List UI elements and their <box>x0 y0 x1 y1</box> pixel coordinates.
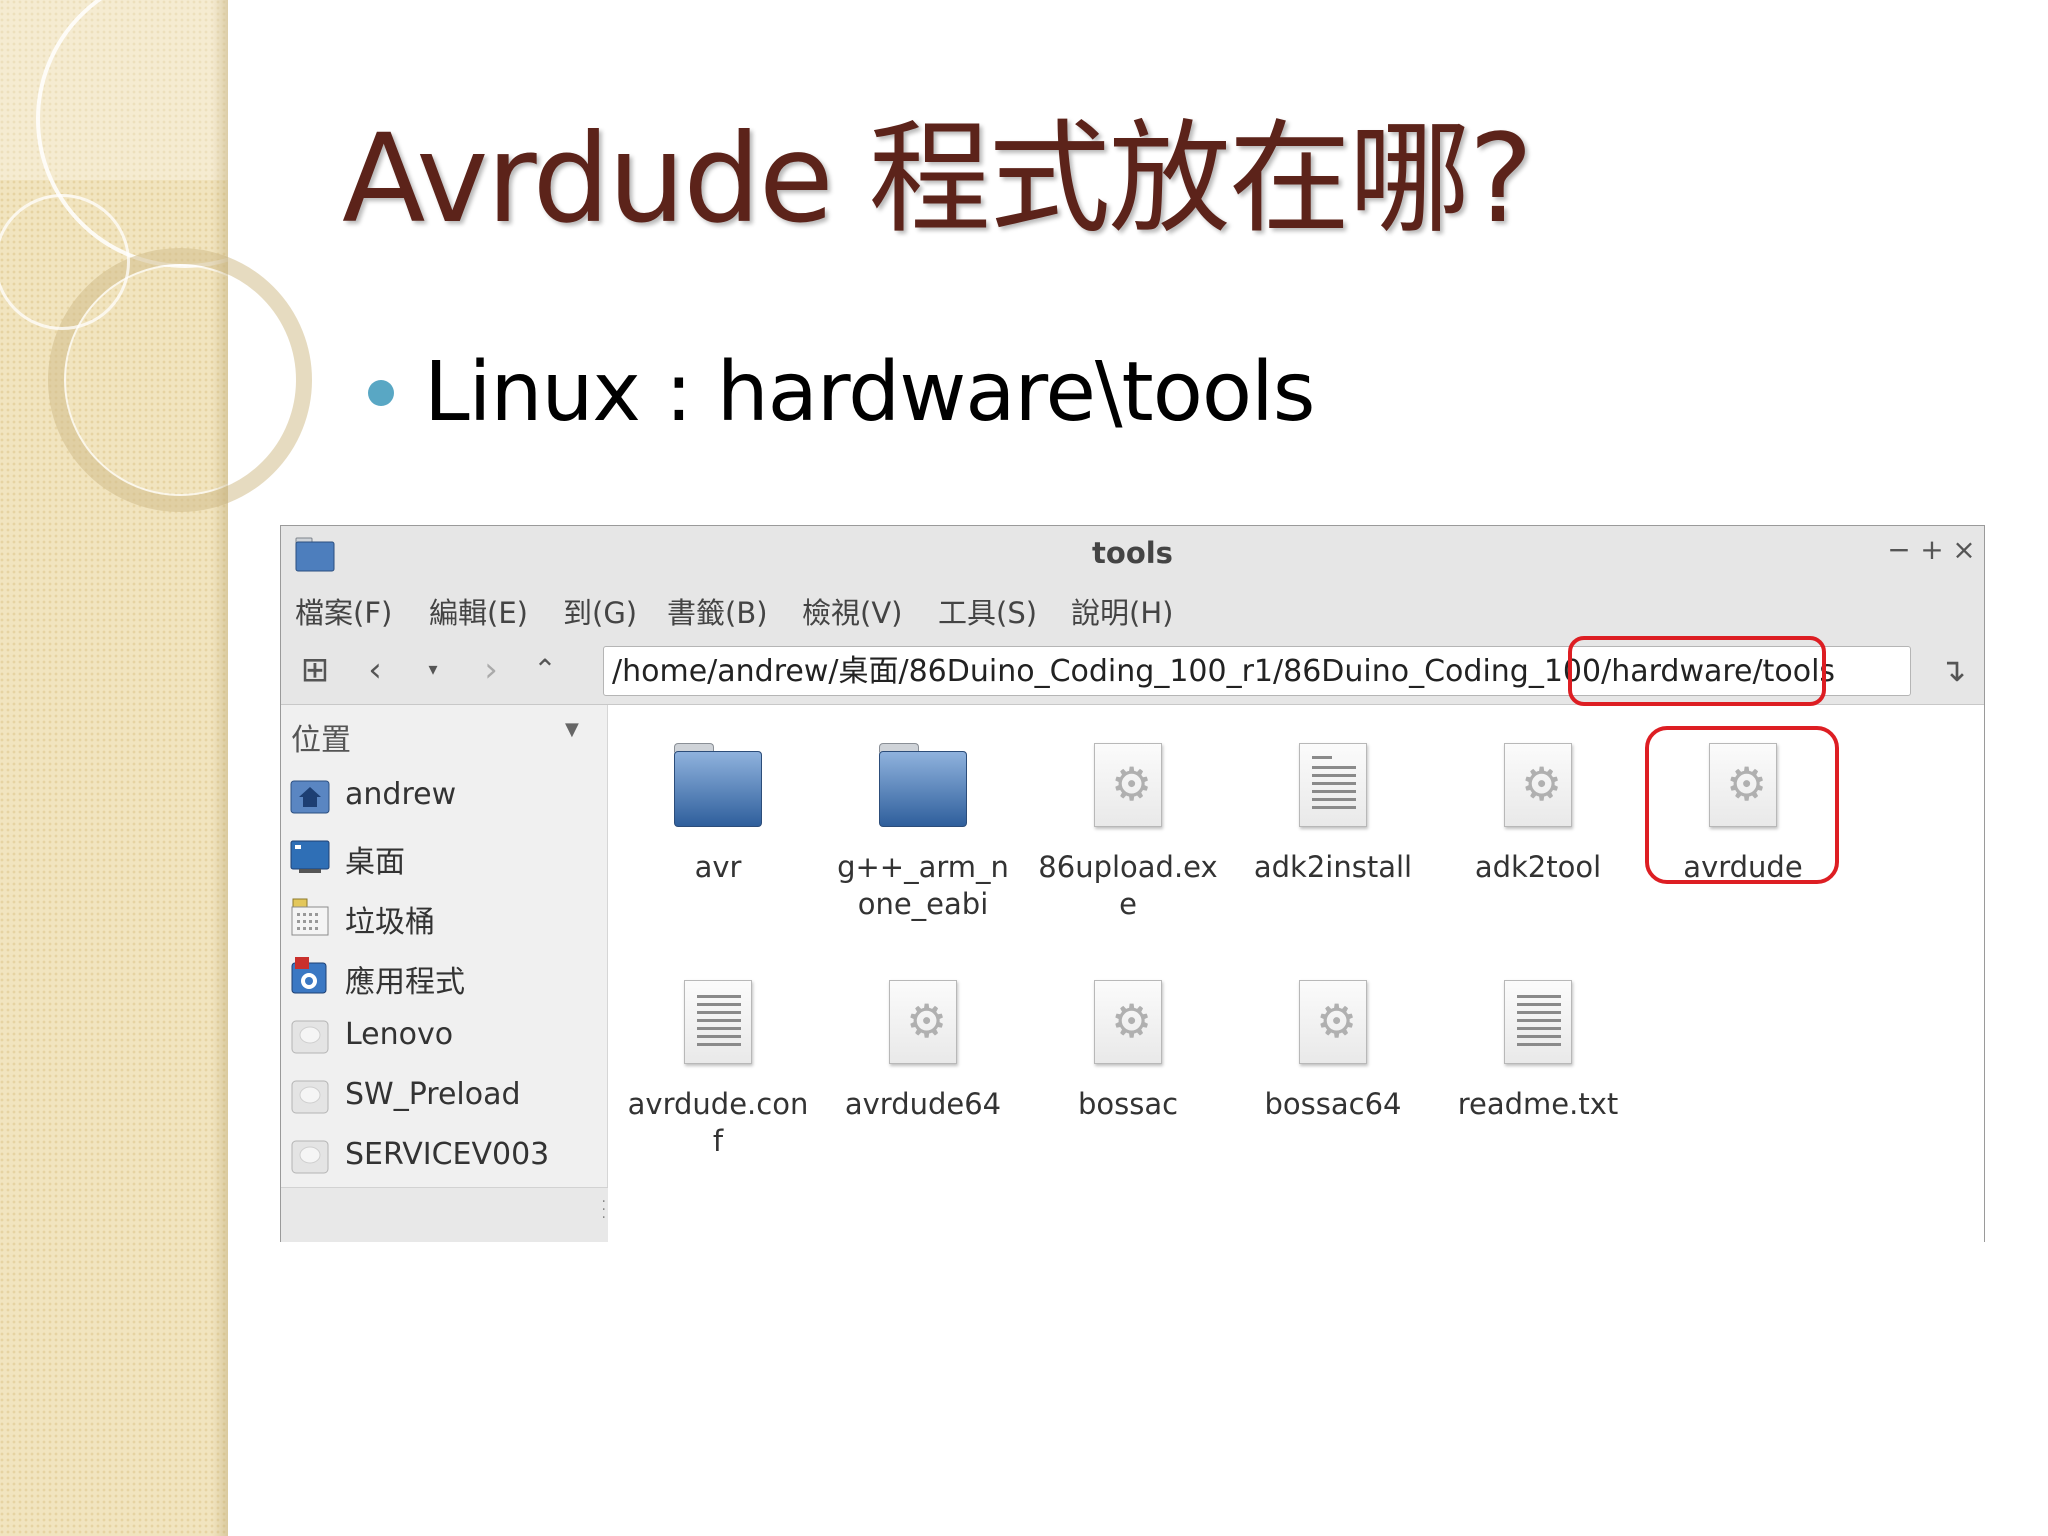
applications-icon <box>291 957 327 994</box>
menu-view[interactable]: 檢視(V) <box>802 590 902 632</box>
window-title: tools <box>1092 536 1173 570</box>
sidebar-item-label: SW_Preload <box>345 1077 521 1112</box>
sidebar-item-desktop[interactable]: 桌面 <box>289 829 589 881</box>
executable-gear-icon: ⚙ <box>1080 976 1176 1072</box>
sidebar-item-label: 桌面 <box>345 845 405 880</box>
new-tab-icon[interactable]: ⊞ <box>295 650 335 690</box>
slide-title: Avrdude 程式放在哪? <box>342 108 1533 250</box>
decorative-ring <box>0 194 130 330</box>
script-icon <box>1285 739 1381 835</box>
menu-go[interactable]: 到(G) <box>563 590 637 632</box>
sidebar-item-label: 垃圾桶 <box>345 905 435 940</box>
desktop-icon <box>290 840 330 873</box>
home-folder-icon <box>290 780 330 814</box>
folder-icon <box>670 739 766 835</box>
file-label: avrdude64 <box>844 1087 1002 1121</box>
file-item[interactable]: ⚙ bossac64 <box>1241 976 1425 1123</box>
go-jump-icon[interactable]: ↴ <box>1933 650 1973 690</box>
avrdude-highlight-box <box>1645 726 1839 884</box>
sidebar-item-trash[interactable]: 垃圾桶 <box>289 889 589 941</box>
minimize-button[interactable]: − <box>1883 534 1915 566</box>
sidebar-item-label: 應用程式 <box>345 965 465 1000</box>
sidebar-item-andrew[interactable]: andrew <box>289 769 589 821</box>
executable-gear-icon: ⚙ <box>1080 739 1176 835</box>
file-item[interactable]: ⚙ bossac <box>1036 976 1220 1123</box>
sidebar-item-applications[interactable]: 應用程式 <box>289 949 589 1001</box>
file-label: bossac <box>1077 1087 1179 1121</box>
sidebar-item-lenovo[interactable]: Lenovo <box>289 1009 589 1061</box>
forward-arrow-icon[interactable]: › <box>471 650 511 690</box>
sidebar-item-servicev003[interactable]: SERVICEV003 <box>289 1129 589 1181</box>
drive-icon <box>291 1080 329 1114</box>
back-arrow-icon[interactable]: ‹ <box>355 650 395 690</box>
file-item[interactable]: avrdude.conf <box>626 976 810 1160</box>
trash-icon <box>291 898 329 936</box>
tool-bar: ⊞ ‹ ▾ › ⌃ /home/andrew/桌面/86Duino_Coding… <box>281 636 1984 706</box>
places-header[interactable]: 位置 <box>291 715 351 759</box>
text-file-icon <box>670 976 766 1072</box>
file-item[interactable]: readme.txt <box>1446 976 1630 1123</box>
title-bar[interactable]: tools − + × <box>281 526 1984 578</box>
file-label: readme.txt <box>1457 1087 1619 1121</box>
sidebar-item-label: andrew <box>345 777 457 812</box>
close-button[interactable]: × <box>1948 534 1980 566</box>
maximize-button[interactable]: + <box>1916 534 1948 566</box>
file-label: g++_arm_none_eabi <box>837 850 1009 921</box>
drive-icon <box>291 1020 329 1054</box>
file-item[interactable]: ⚙ adk2tool <box>1446 739 1630 886</box>
file-item[interactable]: ⚙ 86upload.exe <box>1036 739 1220 923</box>
file-label: avr <box>694 850 742 884</box>
menu-bookmarks[interactable]: 書籤(B) <box>667 590 768 632</box>
sidebar-item-sw-preload[interactable]: SW_Preload <box>289 1069 589 1121</box>
file-label: bossac64 <box>1264 1087 1402 1121</box>
bullet-text: Linux : hardware\tools <box>424 345 1316 440</box>
drive-icon <box>291 1140 329 1174</box>
file-label: adk2tool <box>1474 850 1602 884</box>
menu-file[interactable]: 檔案(F) <box>295 590 392 632</box>
executable-gear-icon: ⚙ <box>1490 739 1586 835</box>
path-highlight-box <box>1568 636 1826 706</box>
file-label: avrdude.conf <box>627 1087 809 1158</box>
file-label: adk2install <box>1253 850 1413 884</box>
executable-gear-icon: ⚙ <box>875 976 971 1072</box>
decorative-left-strip <box>0 0 334 1536</box>
places-sidebar: 位置 ▼ andrew 桌面 垃圾桶 應用程式 Lenovo SW_Preloa… <box>281 705 608 1242</box>
bullet-dot <box>368 380 394 406</box>
menu-help[interactable]: 說明(H) <box>1071 590 1173 632</box>
file-item[interactable]: g++_arm_none_eabi <box>831 739 1015 923</box>
file-item[interactable]: ⚙ avrdude64 <box>831 976 1015 1123</box>
text-file-icon <box>1490 976 1586 1072</box>
menu-edit[interactable]: 編輯(E) <box>429 590 528 632</box>
menu-tools[interactable]: 工具(S) <box>938 590 1037 632</box>
up-arrow-icon[interactable]: ⌃ <box>525 650 565 690</box>
menu-bar: 檔案(F) 編輯(E) 到(G) 書籤(B) 檢視(V) 工具(S) 說明(H) <box>281 578 1984 638</box>
sidebar-item-label: Lenovo <box>345 1017 454 1052</box>
sidebar-item-label: SERVICEV003 <box>345 1137 550 1172</box>
chevron-down-icon[interactable]: ▼ <box>565 719 579 740</box>
file-label: 86upload.exe <box>1038 850 1218 921</box>
resize-grip-icon[interactable]: · · · <box>602 1195 606 1225</box>
decorative-shade <box>212 0 228 1536</box>
executable-gear-icon: ⚙ <box>1285 976 1381 1072</box>
file-item[interactable]: adk2install <box>1241 739 1425 886</box>
file-item[interactable]: avr <box>626 739 810 886</box>
file-manager-window: tools − + × 檔案(F) 編輯(E) 到(G) 書籤(B) 檢視(V)… <box>280 525 1985 1242</box>
folder-icon <box>875 739 971 835</box>
history-dropdown-icon[interactable]: ▾ <box>413 650 453 690</box>
sidebar-footer: · · · <box>281 1187 608 1242</box>
